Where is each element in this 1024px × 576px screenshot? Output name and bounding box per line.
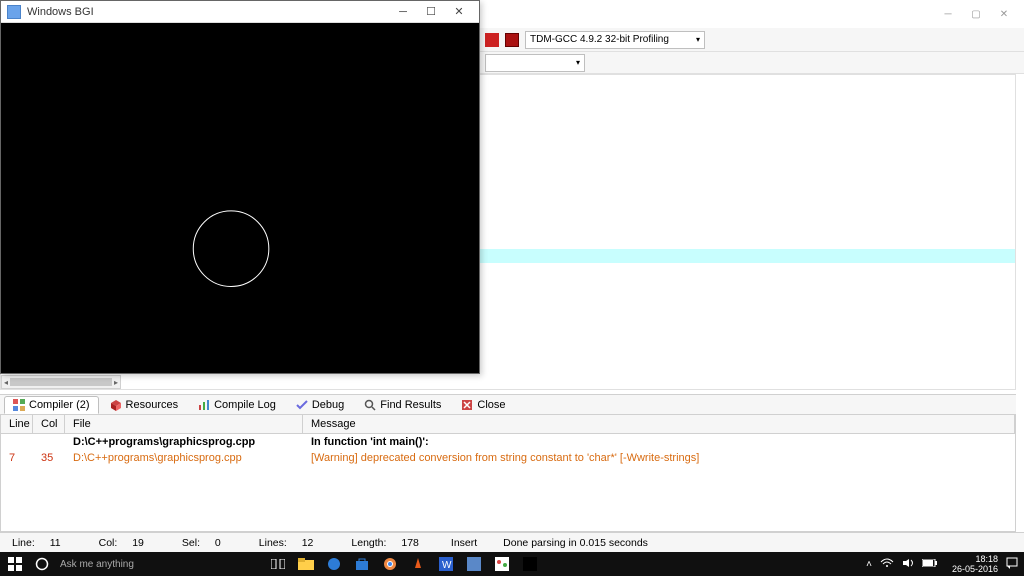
compiler-output: Line Col File Message D:\C++programs\gra…	[0, 414, 1016, 532]
tab-compile-log-label: Compile Log	[214, 399, 276, 411]
ide-maximize[interactable]: ▢	[964, 4, 988, 24]
check-icon	[296, 399, 308, 411]
bgi-app-icon	[7, 5, 21, 19]
bars-icon	[198, 399, 210, 411]
output-row[interactable]: 7 35 D:\C++programs\graphicsprog.cpp [Wa…	[1, 450, 1015, 466]
bgi-maximize[interactable]: ☐	[417, 3, 445, 21]
system-tray: ˄ 18:18 26-05-2016	[866, 554, 1024, 574]
bgi-circle	[193, 211, 269, 287]
tray-volume-icon[interactable]	[902, 558, 914, 571]
status-col-label: Col:	[93, 537, 124, 549]
compiler-dropdown-label: TDM-GCC 4.9.2 32-bit Profiling	[530, 34, 669, 45]
out-col: 35	[33, 450, 65, 466]
cube-icon	[110, 399, 122, 411]
bgi-window: Windows BGI ─ ☐ ✕	[0, 0, 480, 374]
cortana-icon[interactable]	[30, 557, 54, 571]
chrome-icon[interactable]	[376, 552, 404, 576]
tab-debug-label: Debug	[312, 399, 344, 411]
out-file: D:\C++programs\graphicsprog.cpp	[65, 434, 303, 450]
tab-debug[interactable]: Debug	[287, 396, 353, 414]
toolbar-icon-stop2[interactable]	[505, 33, 519, 47]
bgi-title-text: Windows BGI	[27, 6, 94, 18]
status-sel-label: Sel:	[176, 537, 206, 549]
tab-close[interactable]: Close	[452, 396, 514, 414]
bgi-minimize[interactable]: ─	[389, 3, 417, 21]
out-file: D:\C++programs\graphicsprog.cpp	[65, 450, 303, 466]
ide-close[interactable]: ✕	[992, 4, 1016, 24]
vlc-icon[interactable]	[404, 552, 432, 576]
taskbar-apps: W	[264, 552, 544, 576]
out-col	[33, 434, 65, 450]
tray-wifi-icon[interactable]	[880, 558, 894, 571]
close-icon	[461, 399, 473, 411]
col-header-line[interactable]: Line	[1, 415, 33, 433]
scrollbar-thumb[interactable]	[10, 378, 112, 386]
paint-icon[interactable]	[488, 552, 516, 576]
tab-find-results[interactable]: Find Results	[355, 396, 450, 414]
col-header-file[interactable]: File	[65, 415, 303, 433]
status-lines-val: 12	[296, 537, 320, 549]
explorer-icon[interactable]	[292, 552, 320, 576]
word-icon[interactable]: W	[432, 552, 460, 576]
grid-icon	[13, 399, 25, 411]
task-view-icon[interactable]	[264, 552, 292, 576]
out-msg: In function 'int main()':	[303, 434, 1015, 450]
windows-taskbar: Ask me anything W ˄ 18:18 26-05-2016	[0, 552, 1024, 576]
status-bar: Line: 11 Col: 19 Sel: 0 Lines: 12 Length…	[0, 532, 1024, 552]
toolbar-icon-stop[interactable]	[485, 33, 499, 47]
col-header-col[interactable]: Col	[33, 415, 65, 433]
clock-time: 18:18	[952, 554, 998, 564]
compiler-dropdown[interactable]: TDM-GCC 4.9.2 32-bit Profiling ▾	[525, 31, 705, 49]
devcpp-icon[interactable]	[460, 552, 488, 576]
status-length-val: 178	[395, 537, 425, 549]
scroll-right-icon[interactable]: ▸	[114, 378, 118, 387]
scroll-left-icon[interactable]: ◂	[4, 378, 8, 387]
bgi-close[interactable]: ✕	[445, 3, 473, 21]
edge-icon[interactable]	[320, 552, 348, 576]
output-header: Line Col File Message	[1, 415, 1015, 434]
tray-battery-icon[interactable]	[922, 559, 938, 570]
start-button[interactable]	[0, 552, 30, 576]
tab-resources-label: Resources	[126, 399, 179, 411]
bgi-taskbar-icon[interactable]	[516, 552, 544, 576]
out-line	[1, 434, 33, 450]
store-icon[interactable]	[348, 552, 376, 576]
horizontal-scrollbar[interactable]: ◂ ▸	[1, 375, 121, 389]
tray-chevron-icon[interactable]: ˄	[866, 559, 872, 570]
status-length-label: Length:	[345, 537, 392, 549]
status-lines-label: Lines:	[253, 537, 293, 549]
output-row[interactable]: D:\C++programs\graphicsprog.cpp In funct…	[1, 434, 1015, 450]
status-col-val: 19	[126, 537, 150, 549]
status-sel-val: 0	[209, 537, 227, 549]
tab-resources[interactable]: Resources	[101, 396, 188, 414]
out-msg: [Warning] deprecated conversion from str…	[303, 450, 1015, 466]
status-line-val: 11	[44, 537, 67, 549]
tab-close-label: Close	[477, 399, 505, 411]
bgi-titlebar[interactable]: Windows BGI ─ ☐ ✕	[1, 1, 479, 23]
status-line-label: Line:	[6, 537, 41, 549]
search-icon	[364, 399, 376, 411]
chevron-down-icon: ▾	[576, 58, 580, 67]
notification-icon[interactable]	[1006, 557, 1018, 572]
output-tabs: Compiler (2) Resources Compile Log Debug…	[0, 394, 1016, 416]
bgi-canvas	[2, 24, 478, 372]
tab-compile-log[interactable]: Compile Log	[189, 396, 285, 414]
col-header-msg[interactable]: Message	[303, 415, 1015, 433]
tab-compiler-label: Compiler (2)	[29, 399, 90, 411]
clock-date: 26-05-2016	[952, 564, 998, 574]
taskbar-search[interactable]: Ask me anything	[54, 559, 234, 570]
secondary-dropdown[interactable]: ▾	[485, 54, 585, 72]
status-parse: Done parsing in 0.015 seconds	[497, 537, 654, 549]
out-line: 7	[1, 450, 33, 466]
chevron-down-icon: ▾	[696, 35, 700, 44]
svg-text:W: W	[442, 560, 452, 571]
tab-compiler[interactable]: Compiler (2)	[4, 396, 99, 414]
status-mode: Insert	[445, 537, 483, 549]
tab-find-label: Find Results	[380, 399, 441, 411]
taskbar-clock[interactable]: 18:18 26-05-2016	[952, 554, 998, 574]
ide-minimize[interactable]: ─	[936, 4, 960, 24]
